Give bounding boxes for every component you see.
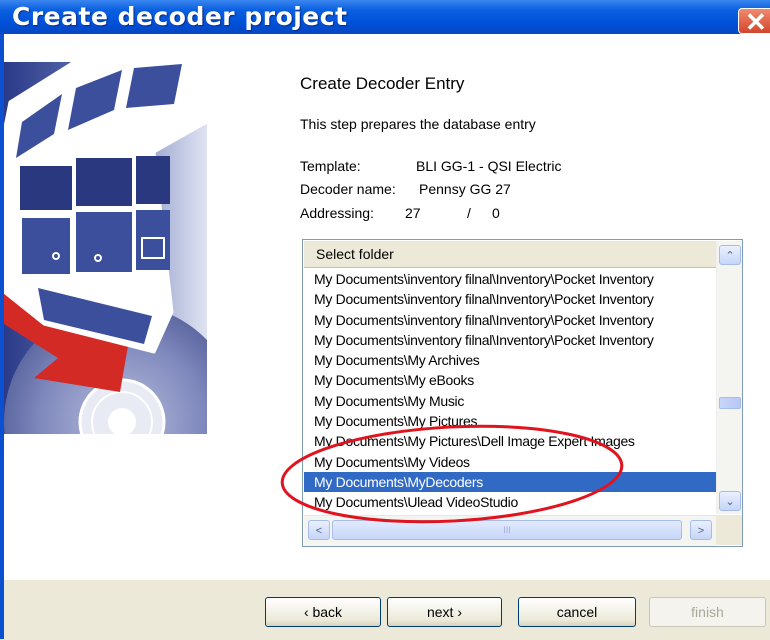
list-item[interactable]: My Documents\MyDecoders <box>304 471 716 493</box>
finish-button: finish <box>649 597 766 627</box>
vertical-scrollbar[interactable]: ⌃ ⌄ <box>716 241 742 514</box>
wizard-banner-image <box>4 62 207 434</box>
back-button[interactable]: ‹ back <box>265 597 381 627</box>
horizontal-scroll-thumb[interactable]: III <box>332 520 682 540</box>
list-item[interactable]: My Documents\My Videos <box>304 452 716 472</box>
vertical-scroll-thumb[interactable] <box>719 397 741 409</box>
list-item[interactable]: My Documents\inventory filnal\Inventory\… <box>304 289 716 309</box>
list-item[interactable]: My Documents\My Pictures\Dell Image Expe… <box>304 431 716 451</box>
addressing-label: Addressing: <box>300 205 374 221</box>
list-item[interactable]: My Documents\My Archives <box>304 350 716 370</box>
scrollbar-corner <box>716 515 742 545</box>
decoder-name-label: Decoder name: <box>300 181 396 197</box>
list-item[interactable]: My Documents\inventory filnal\Inventory\… <box>304 310 716 330</box>
folder-list-items[interactable]: My Documents\inventory filnal\Inventory\… <box>304 269 716 515</box>
addressing-primary: 27 <box>405 205 421 221</box>
addressing-secondary: 0 <box>492 205 500 221</box>
step-description: This step prepares the database entry <box>300 116 536 132</box>
list-item[interactable]: My Documents\inventory filnal\Inventory\… <box>304 269 716 289</box>
list-item[interactable]: My Documents\My Music <box>304 391 716 411</box>
template-label: Template: <box>300 158 361 174</box>
scroll-down-icon[interactable]: ⌄ <box>719 491 741 511</box>
addressing-separator: / <box>467 205 471 221</box>
list-header[interactable]: Select folder <box>304 241 716 268</box>
template-value: BLI GG-1 - QSI Electric <box>416 158 562 174</box>
window-title: Create decoder project <box>12 2 348 31</box>
close-icon[interactable]: ✕ <box>738 8 770 35</box>
step-heading: Create Decoder Entry <box>300 74 465 93</box>
horizontal-scrollbar[interactable]: < III > <box>304 515 716 546</box>
folder-listbox[interactable]: Select folder My Documents\inventory fil… <box>302 239 743 547</box>
scroll-right-icon[interactable]: > <box>690 520 712 540</box>
title-bar: Create decoder project ✕ <box>0 0 770 35</box>
next-button[interactable]: next › <box>387 597 502 627</box>
list-item[interactable]: My Documents\Ulead VideoStudio <box>304 492 716 512</box>
decoder-name-value: Pennsy GG 27 <box>419 181 511 197</box>
cancel-button[interactable]: cancel <box>518 597 636 627</box>
scroll-left-icon[interactable]: < <box>308 520 330 540</box>
scroll-up-icon[interactable]: ⌃ <box>719 245 741 265</box>
list-item[interactable]: My Documents\My Pictures <box>304 411 716 431</box>
list-item[interactable]: My Documents\inventory filnal\Inventory\… <box>304 330 716 350</box>
list-item[interactable]: My Documents\My eBooks <box>304 370 716 390</box>
